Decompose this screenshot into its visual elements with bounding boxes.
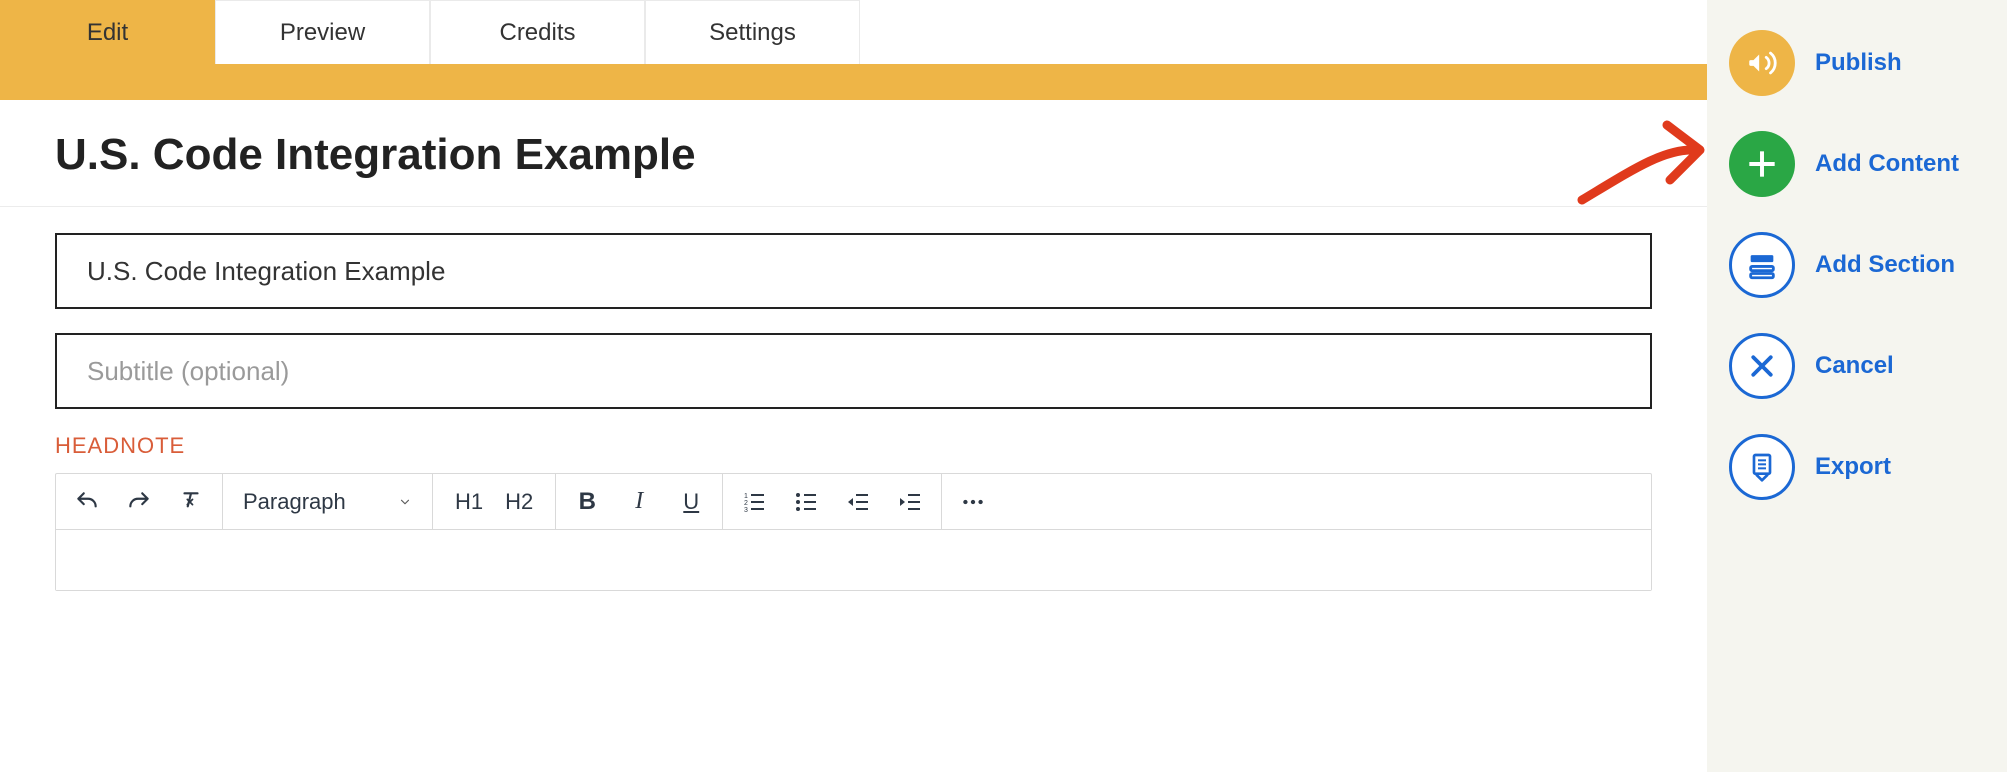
title-area: U.S. Code Integration Example bbox=[0, 100, 1707, 207]
tabs-row: Edit Preview Credits Settings bbox=[0, 0, 1707, 64]
indent-button[interactable] bbox=[893, 485, 927, 519]
italic-button[interactable]: I bbox=[622, 485, 656, 519]
svg-text:2: 2 bbox=[744, 500, 748, 507]
editor-body[interactable] bbox=[56, 530, 1651, 590]
redo-icon bbox=[126, 489, 152, 515]
tab-credits[interactable]: Credits bbox=[430, 0, 645, 64]
export-label: Export bbox=[1815, 453, 1891, 481]
ellipsis-icon bbox=[960, 489, 986, 515]
tab-preview[interactable]: Preview bbox=[215, 0, 430, 64]
cancel-button[interactable]: Cancel bbox=[1729, 333, 1985, 399]
underline-button[interactable]: U bbox=[674, 485, 708, 519]
megaphone-icon bbox=[1729, 30, 1795, 96]
svg-text:3: 3 bbox=[744, 507, 748, 514]
h1-button[interactable]: H1 bbox=[455, 489, 483, 515]
toolbar-group-lists: 1 2 3 bbox=[723, 474, 942, 529]
svg-text:1: 1 bbox=[744, 493, 748, 500]
heading-group: H1 H2 bbox=[433, 474, 556, 529]
export-icon bbox=[1729, 434, 1795, 500]
form-area: HEADNOTE bbox=[0, 207, 1707, 591]
headnote-label: HEADNOTE bbox=[55, 433, 1652, 459]
add-content-label: Add Content bbox=[1815, 150, 1959, 178]
add-section-label: Add Section bbox=[1815, 251, 1955, 279]
more-button[interactable] bbox=[956, 485, 990, 519]
add-section-button[interactable]: Add Section bbox=[1729, 232, 1985, 298]
tab-settings[interactable]: Settings bbox=[645, 0, 860, 64]
subtitle-input[interactable] bbox=[55, 333, 1652, 409]
unordered-list-icon bbox=[794, 490, 818, 514]
outdent-button[interactable] bbox=[841, 485, 875, 519]
main-column: Edit Preview Credits Settings U.S. Code … bbox=[0, 0, 1707, 772]
export-button[interactable]: Export bbox=[1729, 434, 1985, 500]
title-input[interactable] bbox=[55, 233, 1652, 309]
redo-button[interactable] bbox=[122, 485, 156, 519]
plus-icon bbox=[1729, 131, 1795, 197]
add-content-button[interactable]: Add Content bbox=[1729, 131, 1985, 197]
clear-format-icon bbox=[178, 489, 204, 515]
undo-button[interactable] bbox=[70, 485, 104, 519]
block-format-label: Paragraph bbox=[243, 489, 346, 515]
side-actions: Publish Add Content Add Section Cancel bbox=[1707, 0, 2007, 772]
ordered-list-button[interactable]: 1 2 3 bbox=[737, 485, 771, 519]
bold-button[interactable]: B bbox=[570, 485, 604, 519]
section-icon bbox=[1729, 232, 1795, 298]
undo-icon bbox=[74, 489, 100, 515]
cancel-label: Cancel bbox=[1815, 352, 1894, 380]
publish-label: Publish bbox=[1815, 49, 1902, 77]
toolbar-group-history bbox=[56, 474, 223, 529]
editor-toolbar: Paragraph H1 H2 B I U bbox=[56, 474, 1651, 530]
outdent-icon bbox=[846, 490, 870, 514]
accent-band bbox=[0, 64, 1707, 100]
close-icon bbox=[1729, 333, 1795, 399]
toolbar-group-more bbox=[942, 474, 1004, 529]
chevron-down-icon bbox=[398, 495, 412, 509]
indent-icon bbox=[898, 490, 922, 514]
toolbar-group-text: B I U bbox=[556, 474, 723, 529]
publish-button[interactable]: Publish bbox=[1729, 30, 1985, 96]
h2-button[interactable]: H2 bbox=[505, 489, 533, 515]
page-title: U.S. Code Integration Example bbox=[55, 130, 1652, 180]
clear-format-button[interactable] bbox=[174, 485, 208, 519]
ordered-list-icon: 1 2 3 bbox=[742, 490, 766, 514]
block-format-select[interactable]: Paragraph bbox=[223, 474, 433, 529]
tab-edit[interactable]: Edit bbox=[0, 0, 215, 64]
unordered-list-button[interactable] bbox=[789, 485, 823, 519]
editor: Paragraph H1 H2 B I U bbox=[55, 473, 1652, 591]
